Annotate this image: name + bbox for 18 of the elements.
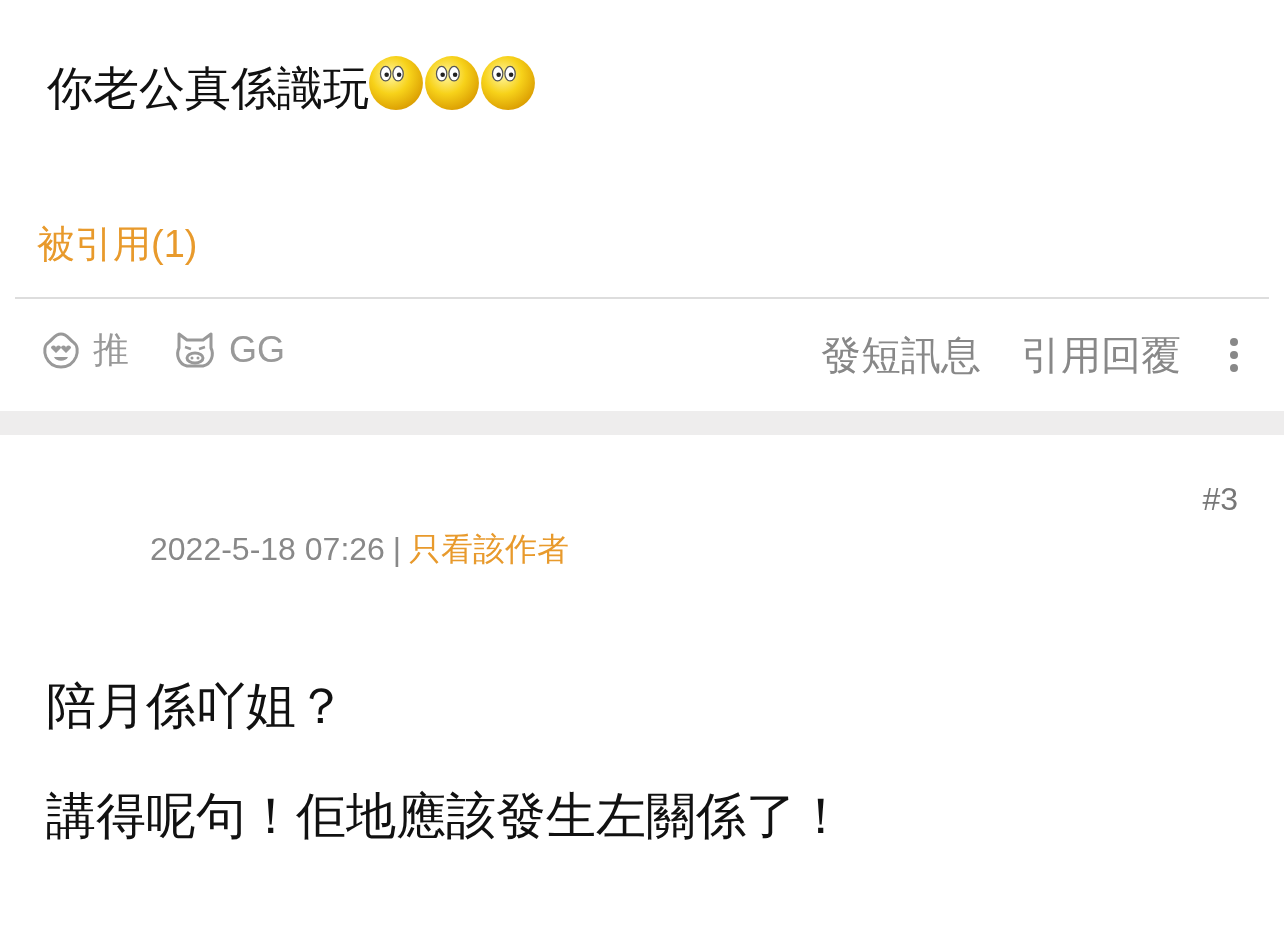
quote-reply-button[interactable]: 引用回覆 <box>1021 327 1181 383</box>
quoted-by-link[interactable]: 被引用(1) <box>37 220 198 268</box>
send-message-button[interactable]: 發短訊息 <box>821 327 981 383</box>
push-button[interactable]: 推 <box>41 325 129 375</box>
floor-number: #3 <box>1202 481 1238 518</box>
more-options-icon[interactable] <box>1229 337 1239 373</box>
post-text: 講得呢句！佢地應該發生左關係了！ <box>46 787 847 846</box>
post-date: 2022-5-18 07:26 <box>150 530 385 569</box>
heart-eyes-face-icon <box>41 330 81 370</box>
separator: | <box>392 530 402 569</box>
emoticon-icon <box>367 53 425 111</box>
pig-face-icon <box>173 330 217 370</box>
post-text: 陪月係吖姐？ <box>46 677 347 736</box>
post-text: 你老公真係識玩 <box>47 61 369 116</box>
emoticon-icon <box>423 53 481 111</box>
gg-button[interactable]: GG <box>173 325 285 375</box>
only-this-author-link[interactable]: 只看該作者 <box>409 529 570 569</box>
emoticon-icon <box>479 53 537 111</box>
